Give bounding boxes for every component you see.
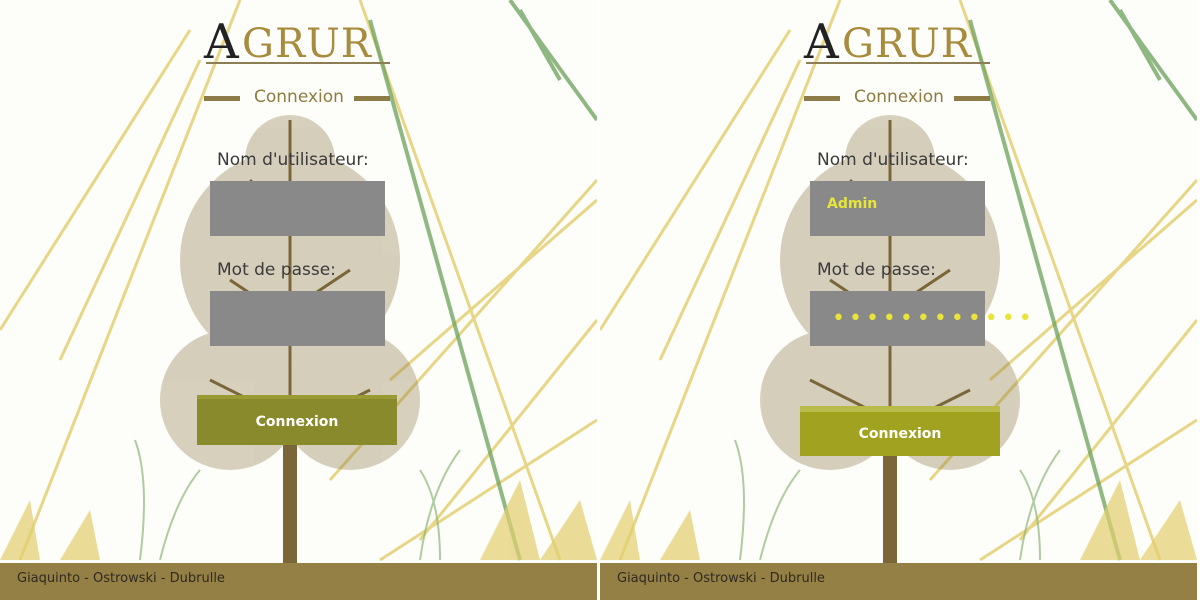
logo-underline <box>806 62 990 64</box>
screenshot-stage: A GRUR Connexion Nom d'utilisateur: Mot … <box>0 0 1200 600</box>
footer-credits: Giaquinto - Ostrowski - Dubrulle <box>617 571 825 586</box>
login-button[interactable]: Connexion <box>197 395 397 445</box>
footer-bar: Giaquinto - Ostrowski - Dubrulle <box>600 563 1197 600</box>
login-button-hover[interactable]: Connexion <box>800 406 1000 456</box>
heading-bar-left <box>204 96 240 101</box>
password-field[interactable] <box>210 291 385 346</box>
logo-initial: A <box>804 14 839 70</box>
username-label: Nom d'utilisateur: <box>817 150 969 170</box>
username-field[interactable]: Admin <box>810 181 985 236</box>
heading-bar-right <box>954 96 990 101</box>
username-value: Admin <box>827 196 878 212</box>
agrur-logo: A GRUR <box>804 16 994 68</box>
password-field[interactable]: •••••••••••• <box>810 291 1032 346</box>
footer-bar: Giaquinto - Ostrowski - Dubrulle <box>0 563 597 600</box>
login-screen-empty: A GRUR Connexion Nom d'utilisateur: Mot … <box>0 0 597 600</box>
login-heading-text: Connexion <box>254 87 344 107</box>
login-heading: Connexion <box>204 86 390 110</box>
heading-bar-left <box>804 96 840 101</box>
heading-bar-right <box>354 96 390 101</box>
logo-underline <box>206 62 390 64</box>
login-heading-text: Connexion <box>854 87 944 107</box>
footer-credits: Giaquinto - Ostrowski - Dubrulle <box>17 571 225 586</box>
password-label: Mot de passe: <box>817 260 936 280</box>
username-label: Nom d'utilisateur: <box>217 150 369 170</box>
agrur-logo: A GRUR <box>204 16 394 68</box>
username-field[interactable] <box>210 181 385 236</box>
password-mask: •••••••••••• <box>832 306 1036 331</box>
password-label: Mot de passe: <box>217 260 336 280</box>
logo-initial: A <box>204 14 239 70</box>
login-screen-filled: A GRUR Connexion Nom d'utilisateur: Admi… <box>600 0 1197 600</box>
login-heading: Connexion <box>804 86 990 110</box>
